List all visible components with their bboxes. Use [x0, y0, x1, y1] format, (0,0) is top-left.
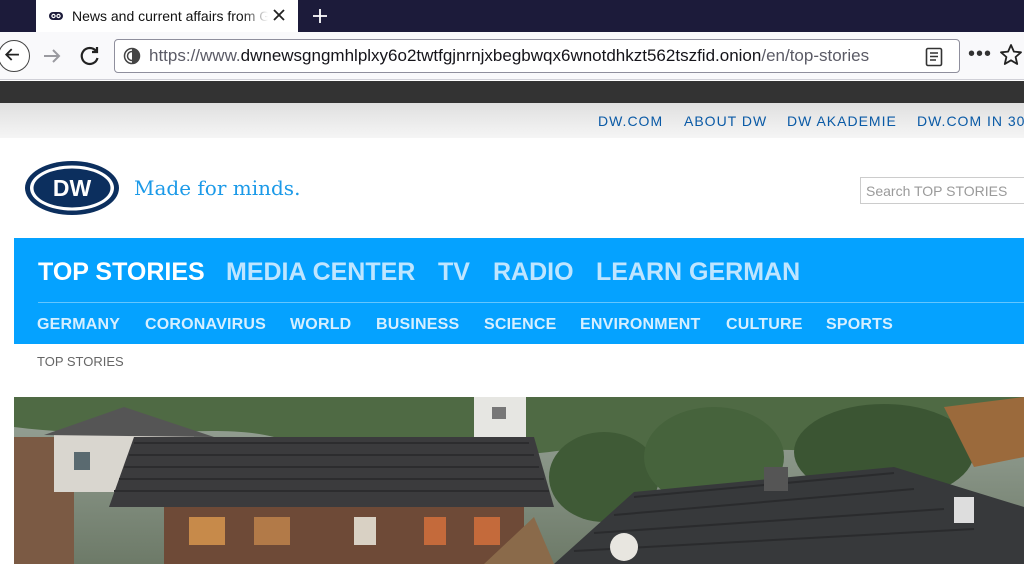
url-path: /en/top-stories [761, 46, 870, 65]
back-arrow-icon [4, 48, 19, 61]
subnav-germany[interactable]: GERMANY [37, 316, 120, 334]
nav-radio[interactable]: RADIO [493, 258, 574, 287]
tagline: Made for minds. [134, 176, 301, 200]
subnav-environment[interactable]: ENVIRONMENT [580, 316, 700, 334]
top-link-dw-com-in-30[interactable]: DW.COM IN 30 [917, 113, 1024, 129]
dw-logo[interactable]: DW [24, 160, 120, 216]
subnav-coronavirus[interactable]: CORONAVIRUS [145, 316, 266, 334]
main-navigation: TOP STORIES MEDIA CENTER TV RADIO LEARN … [14, 238, 1024, 344]
breadcrumb: TOP STORIES [37, 354, 124, 369]
star-icon[interactable] [998, 42, 1024, 68]
reader-view-icon[interactable] [925, 47, 943, 67]
forward-arrow-icon[interactable] [38, 42, 66, 70]
navigation-toolbar: https://www.dwnewsgngmhlplxy6o2twtfgjnrn… [0, 32, 1024, 80]
page-top-bar [0, 81, 1024, 103]
subnav-science[interactable]: SCIENCE [484, 316, 557, 334]
url-host: dwnewsgngmhlplxy6o2twtfgjnrnjxbegbwqx6wn… [240, 46, 762, 65]
tab-strip: News and current affairs from Germany an… [0, 0, 1024, 32]
nav-learn-german[interactable]: LEARN GERMAN [596, 258, 800, 287]
hero-image[interactable] [14, 397, 1024, 564]
tab-title: News and current affairs from Germany an… [72, 8, 268, 24]
logo-text: DW [53, 175, 92, 201]
reload-icon[interactable] [76, 42, 104, 70]
browser-tab[interactable]: News and current affairs from Germany an… [36, 0, 298, 32]
subnav-sports[interactable]: SPORTS [826, 316, 893, 334]
subnav-business[interactable]: BUSINESS [376, 316, 459, 334]
onion-site-icon[interactable] [123, 47, 141, 65]
nav-tv[interactable]: TV [438, 258, 470, 287]
subnav-culture[interactable]: CULTURE [726, 316, 803, 334]
close-icon[interactable] [270, 6, 288, 24]
nav-divider [38, 302, 1024, 303]
top-links-bar: DW.COM ABOUT DW DW AKADEMIE DW.COM IN 30 [0, 103, 1024, 138]
url-bar[interactable]: https://www.dwnewsgngmhlplxy6o2twtfgjnrn… [114, 39, 960, 73]
nav-top-stories[interactable]: TOP STORIES [38, 258, 205, 287]
url-text[interactable]: https://www.dwnewsgngmhlplxy6o2twtfgjnrn… [149, 46, 919, 66]
top-link-about-dw[interactable]: ABOUT DW [684, 113, 767, 129]
more-icon[interactable]: ••• [968, 44, 992, 68]
search-input[interactable] [860, 177, 1024, 204]
back-button[interactable] [0, 40, 30, 72]
subnav-world[interactable]: WORLD [290, 316, 351, 334]
top-link-dw-akademie[interactable]: DW AKADEMIE [787, 113, 897, 129]
tor-onion-icon [49, 12, 63, 20]
plus-icon[interactable] [308, 4, 332, 28]
top-link-dw-com[interactable]: DW.COM [598, 113, 663, 129]
nav-media-center[interactable]: MEDIA CENTER [226, 258, 415, 287]
